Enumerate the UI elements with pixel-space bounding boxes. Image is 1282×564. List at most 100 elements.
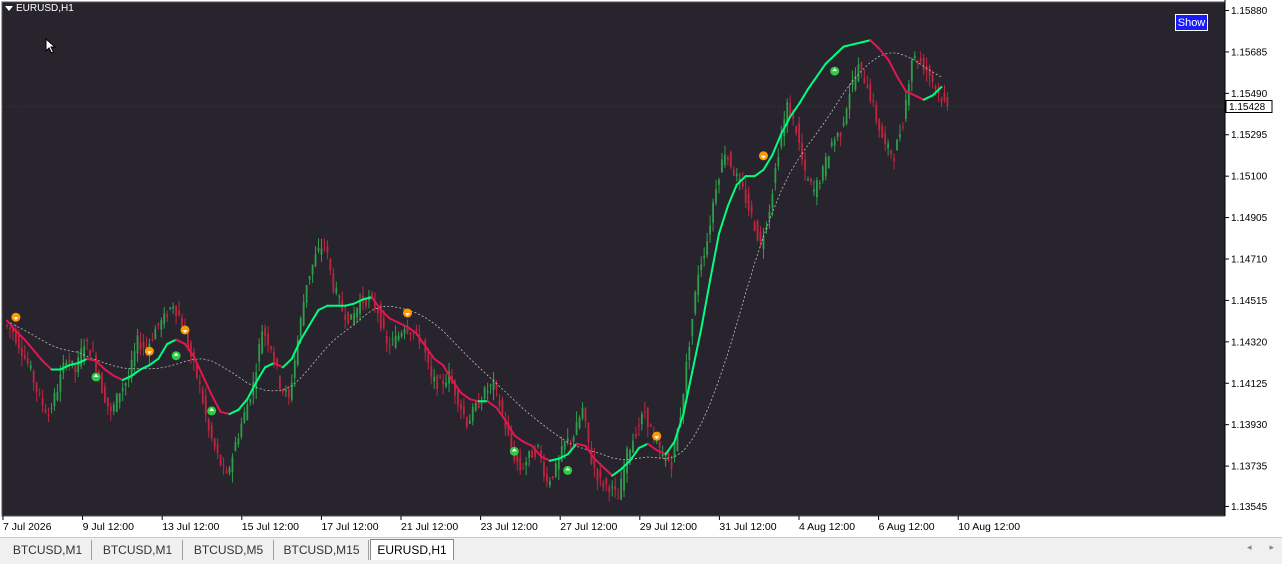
tab-scroll-right-icon[interactable]: ▸: [1269, 542, 1274, 553]
candle-body: [204, 395, 207, 415]
candle-body: [798, 123, 800, 144]
candle-body: [299, 318, 302, 337]
candle-body: [925, 66, 928, 72]
candle-body: [335, 288, 338, 293]
chart-tab-bar: BTCUSD,M1 BTCUSD,M1 BTCUSD,M5 BTCUSD,M15…: [0, 537, 1282, 564]
candle-body: [445, 382, 447, 387]
candle-body: [709, 225, 711, 235]
candle-body: [172, 306, 175, 309]
candle-body: [551, 476, 554, 479]
candle-body: [486, 391, 489, 393]
candle-body: [228, 468, 231, 473]
candle-body: [86, 339, 88, 342]
show-button[interactable]: Show: [1175, 14, 1208, 31]
current-price-label: 1.15428: [1229, 102, 1266, 113]
candle-body: [718, 179, 720, 185]
candle-body: [821, 166, 824, 181]
candle-body: [308, 276, 311, 280]
candle-body: [169, 307, 172, 309]
candle-body: [727, 156, 729, 160]
candle-body: [878, 118, 881, 131]
candle-body: [290, 382, 293, 400]
candle-body: [225, 471, 228, 474]
candle-body: [258, 344, 261, 362]
tab-btcusd-m15[interactable]: BTCUSD,M15: [275, 540, 369, 560]
candle-body: [916, 60, 919, 64]
price-tick-label: 1.14905: [1231, 213, 1268, 224]
tab-scroll-left-icon[interactable]: ◂: [1247, 542, 1252, 553]
candle-body: [104, 386, 106, 403]
symbol-label: EURUSD,H1: [5, 3, 74, 14]
candle-body: [474, 402, 477, 411]
candle-body: [433, 376, 436, 382]
candle-body: [626, 448, 628, 474]
candle-body: [857, 64, 860, 82]
time-tick-label: 27 Jul 12:00: [560, 521, 617, 533]
candle-body: [20, 348, 23, 357]
candle-body: [905, 99, 907, 119]
candle-body: [317, 248, 320, 251]
tab-btcusd-m1[interactable]: BTCUSD,M1: [4, 540, 92, 560]
candle-body: [439, 376, 442, 379]
price-tick-label: 1.15100: [1231, 172, 1268, 183]
chart-menu-triangle-icon[interactable]: [5, 6, 13, 11]
candle-body: [92, 349, 94, 351]
candle-body: [157, 323, 160, 326]
candle-body: [32, 370, 35, 383]
time-tick-label: 13 Jul 12:00: [162, 521, 219, 533]
candle-body: [560, 446, 563, 462]
candle-body: [151, 339, 154, 341]
candle-body: [777, 156, 780, 167]
candle-body: [347, 311, 350, 324]
candle-body: [460, 404, 462, 410]
candle-body: [934, 85, 937, 89]
candle-body: [471, 406, 474, 422]
candle-body: [136, 335, 139, 354]
candle-body: [756, 220, 759, 240]
candle-body: [694, 291, 697, 314]
candle-body: [643, 412, 646, 414]
candle-body: [525, 461, 528, 466]
candle-body: [477, 401, 480, 409]
price-chart[interactable]: 1.15880 1.15685 1.15490 1.15295 1.15100 1.149…: [0, 0, 1282, 537]
time-tick-label: 31 Jul 12:00: [719, 521, 776, 533]
tab-btcusd-m1-second[interactable]: BTCUSD,M1: [93, 540, 183, 560]
candle-body: [400, 332, 403, 337]
candle-body: [201, 389, 204, 404]
candle-body: [216, 443, 219, 454]
candle-body: [866, 85, 869, 89]
candle-body: [213, 438, 216, 448]
time-tick-label: 17 Jul 12:00: [321, 521, 378, 533]
candle-body: [124, 383, 127, 387]
candle-body: [112, 404, 115, 412]
candle-body: [810, 178, 812, 183]
candle-body: [210, 425, 213, 439]
candle-body: [611, 486, 614, 488]
candle-body: [382, 317, 385, 328]
price-tick-label: 1.13930: [1231, 420, 1268, 431]
price-tick-label: 1.14125: [1231, 379, 1268, 390]
candle-body: [35, 382, 38, 392]
candle-body: [397, 335, 400, 341]
candle-body: [332, 273, 335, 292]
candle-body: [638, 424, 640, 427]
candle-body: [264, 327, 266, 337]
candle-body: [617, 498, 620, 500]
tab-btcusd-m5[interactable]: BTCUSD,M5: [184, 540, 274, 560]
tab-eurusd-h1[interactable]: EURUSD,H1: [370, 539, 454, 560]
candle-body: [750, 205, 753, 214]
chart-window[interactable]: 1.15880 1.15685 1.15490 1.15295 1.15100 1.149…: [0, 0, 1282, 537]
candle-body: [907, 84, 910, 106]
candle-body: [198, 381, 201, 384]
candle-body: [824, 157, 827, 177]
candle-body: [273, 351, 275, 362]
candle-body: [284, 390, 287, 392]
candle-body: [893, 158, 895, 161]
candle-body: [670, 461, 673, 470]
candle-body: [77, 356, 80, 373]
candle-body: [415, 329, 418, 331]
candle-body: [178, 310, 180, 316]
candle-body: [771, 193, 774, 209]
candle-body: [578, 417, 581, 428]
candle-body: [632, 440, 634, 453]
